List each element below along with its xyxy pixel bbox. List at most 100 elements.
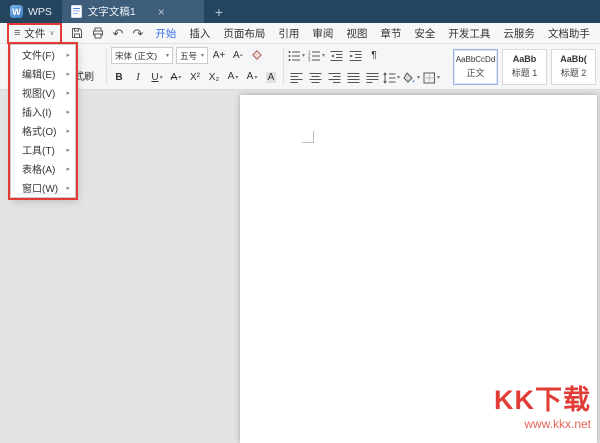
style-normal[interactable]: AaBbCcDd 正文 [453,49,498,85]
style-sample: AaBb [513,54,537,64]
bullet-list-button[interactable]: ▾ [288,47,305,64]
grow-font-button[interactable]: A+ [211,47,227,64]
align-right-icon [328,72,341,84]
file-menu-button[interactable]: ≡ 文件 ∨ [7,23,62,44]
document-page[interactable]: KK下载 www.kkx.net [240,95,597,443]
save-button[interactable] [71,27,83,39]
borders-icon [423,72,436,84]
document-tab[interactable]: 文字文稿1 × [62,0,204,23]
paragraph-group: ▾ 123 ▾ ¶ [288,47,440,86]
tab-cloud-service[interactable]: 云服务 [503,26,535,41]
menu-item-file[interactable]: 文件(F) ▸ [11,45,75,64]
numbered-list-button[interactable]: 123 ▾ [308,47,325,64]
redo-button[interactable]: ↷ [132,27,143,40]
tab-review[interactable]: 审阅 [312,26,333,41]
submenu-arrow-icon: ▸ [66,184,70,192]
quick-access-toolbar: ↶ ↷ [71,27,144,40]
menu-item-edit[interactable]: 编辑(E) ▸ [11,64,75,83]
style-sample: AaBbCcDd [456,55,496,64]
submenu-arrow-icon: ▸ [66,165,70,173]
strikethrough-button[interactable]: A▾ [168,69,184,86]
font-name-select[interactable]: 宋体 (正文) ▾ [111,47,173,64]
dropdown-arrow-icon: ▾ [235,74,238,81]
dropdown-arrow-icon: ▾ [437,74,440,81]
wps-writer-window: { "glyphs": { "wps_logo": "W", "hamburge… [0,0,600,443]
tab-doc-assistant[interactable]: 文档助手 [548,26,590,41]
align-center-button[interactable] [307,69,323,86]
style-name: 标题 1 [512,66,538,79]
font-color-button[interactable]: A▾ [225,69,241,86]
shrink-font-label: A- [233,50,243,61]
subscript-label: X₂ [209,72,220,83]
wps-home-tab[interactable]: W WPS [0,0,62,23]
superscript-button[interactable]: X² [187,69,203,86]
char-shading-button[interactable]: A [263,69,279,86]
menu-item-label: 插入(I) [22,104,51,119]
clear-format-button[interactable] [249,47,265,64]
font-size-select[interactable]: 五号 ▾ [176,47,208,64]
decrease-indent-button[interactable] [328,47,344,64]
show-paragraph-marks-button[interactable]: ¶ [366,47,382,64]
menu-item-window[interactable]: 窗口(W) ▸ [11,178,75,197]
file-dropdown-menu: 文件(F) ▸ 编辑(E) ▸ 视图(V) ▸ 插入(I) ▸ 格式(O) ▸ … [10,44,76,198]
underline-button[interactable]: U▾ [149,69,165,86]
subscript-button[interactable]: X₂ [206,69,222,86]
shading-button[interactable]: ▾ [403,69,420,86]
align-left-button[interactable] [288,69,304,86]
submenu-arrow-icon: ▸ [66,51,70,59]
dropdown-arrow-icon: ▾ [178,74,181,81]
shading-icon [403,72,416,84]
line-spacing-button[interactable]: ▾ [383,69,400,86]
tab-page-layout[interactable]: 页面布局 [223,26,265,41]
menu-item-label: 工具(T) [22,142,55,157]
tab-insert[interactable]: 插入 [189,26,210,41]
borders-button[interactable]: ▾ [423,69,440,86]
align-left-icon [290,72,303,84]
paragraph-group-row1: ▾ 123 ▾ ¶ [288,47,440,64]
shrink-font-button[interactable]: A- [230,47,246,64]
menu-item-label: 窗口(W) [22,180,58,195]
undo-button[interactable]: ↶ [113,27,124,40]
plus-icon: + [215,4,223,20]
clear-format-icon [251,50,263,62]
submenu-arrow-icon: ▸ [66,146,70,154]
font-name-value: 宋体 (正文) [115,50,157,62]
tab-security[interactable]: 安全 [414,26,435,41]
menu-item-tools[interactable]: 工具(T) ▸ [11,140,75,159]
titlebar: W WPS 文字文稿1 × + [0,0,600,23]
paragraph-group-row2: ▾ ▾ ▾ [288,69,440,86]
wps-logo-icon: W [10,5,23,18]
menu-item-insert[interactable]: 插入(I) ▸ [11,102,75,121]
styles-gallery: AaBbCcDd 正文 AaBb 标题 1 AaBb( 标题 2 [453,47,596,86]
justify-button[interactable] [345,69,361,86]
distributed-icon [366,72,379,84]
menu-item-table[interactable]: 表格(A) ▸ [11,159,75,178]
strikethrough-label: A [171,72,178,83]
close-tab-icon[interactable]: × [158,6,165,18]
highlight-button[interactable]: A▾ [244,69,260,86]
style-heading-1[interactable]: AaBb 标题 1 [502,49,547,85]
tab-home[interactable]: 开始 [155,26,176,41]
align-right-button[interactable] [326,69,342,86]
menu-item-format[interactable]: 格式(O) ▸ [11,121,75,140]
style-heading-2[interactable]: AaBb( 标题 2 [551,49,596,85]
dropdown-arrow-icon: ▾ [166,52,169,59]
distributed-button[interactable] [364,69,380,86]
pilcrow-icon: ¶ [371,50,376,61]
char-shading-icon: A [266,72,277,83]
watermark-url: www.kkx.net [494,417,591,431]
tab-references[interactable]: 引用 [278,26,299,41]
print-button[interactable] [92,27,104,39]
chevron-down-icon: ∨ [49,29,54,37]
tab-dev-tools[interactable]: 开发工具 [448,26,490,41]
tab-view[interactable]: 视图 [346,26,367,41]
tab-section[interactable]: 章节 [380,26,401,41]
italic-button[interactable]: I [130,69,146,86]
font-size-value: 五号 [180,50,197,62]
dropdown-arrow-icon: ▾ [201,52,204,59]
new-tab-button[interactable]: + [204,0,234,23]
submenu-arrow-icon: ▸ [66,89,70,97]
increase-indent-button[interactable] [347,47,363,64]
menu-item-view[interactable]: 视图(V) ▸ [11,83,75,102]
bold-button[interactable]: B [111,69,127,86]
